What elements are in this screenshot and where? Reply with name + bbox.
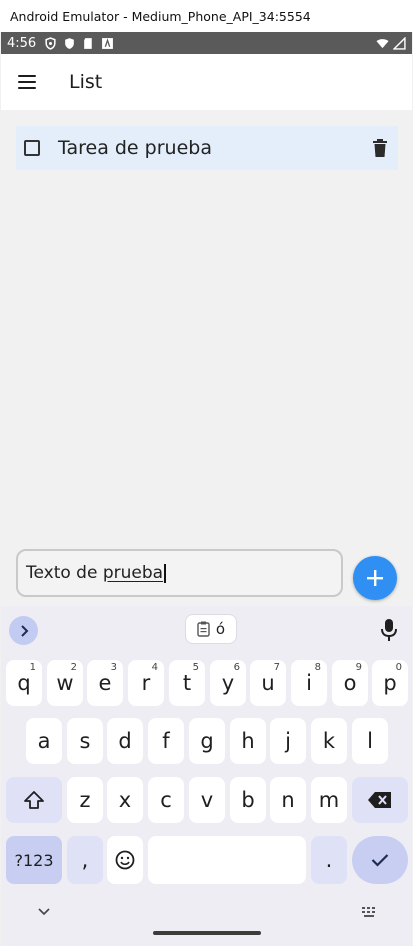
key-label: q [17, 671, 31, 695]
keyboard-expand-button[interactable] [9, 616, 38, 645]
microphone-icon[interactable] [379, 617, 399, 643]
chevron-down-icon[interactable] [38, 908, 50, 916]
clipboard-suggestion-chip[interactable]: ó [185, 614, 237, 644]
key-s[interactable]: s [67, 718, 103, 764]
soft-keyboard: ó q1 w2 e3 r4 t5 y6 u7 i8 o9 p0 a s d f … [1, 606, 412, 946]
plus-icon [367, 570, 383, 586]
keyboard-a-icon [102, 37, 114, 49]
done-key[interactable] [352, 836, 408, 884]
hamburger-menu-icon [18, 75, 36, 89]
backspace-key[interactable] [352, 777, 408, 823]
key-t[interactable]: t5 [169, 660, 205, 706]
key-n[interactable]: n [270, 777, 306, 823]
key-g[interactable]: g [189, 718, 225, 764]
key-r[interactable]: r4 [128, 660, 164, 706]
key-label: r [141, 671, 151, 695]
window-title-bar: Android Emulator - Medium_Phone_API_34:5… [0, 0, 413, 32]
key-a[interactable]: a [26, 718, 62, 764]
keyboard-switch-icon[interactable] [361, 906, 377, 918]
period-key[interactable]: . [311, 836, 347, 884]
navigation-bar [1, 898, 412, 946]
key-y[interactable]: y6 [210, 660, 246, 706]
menu-button[interactable] [1, 54, 53, 110]
key-hint: 3 [110, 662, 117, 673]
task-input-field[interactable]: Texto de prueba [16, 549, 343, 597]
vpn-shield-icon [45, 36, 56, 50]
chevron-right-icon [20, 624, 28, 637]
key-label: u [261, 671, 275, 695]
key-z[interactable]: z [67, 777, 103, 823]
backspace-icon [368, 792, 391, 808]
key-c[interactable]: c [148, 777, 184, 823]
key-hint: 0 [395, 662, 402, 673]
key-hint: 9 [355, 662, 362, 673]
key-h[interactable]: h [230, 718, 266, 764]
key-label: i [306, 671, 312, 695]
key-j[interactable]: j [270, 718, 306, 764]
home-gesture-bar[interactable] [153, 931, 261, 935]
space-key[interactable] [148, 836, 306, 884]
key-m[interactable]: m [311, 777, 347, 823]
task-list: Tarea de prueba [1, 110, 412, 606]
delete-task-button[interactable] [372, 139, 388, 157]
key-i[interactable]: i8 [291, 660, 327, 706]
comma-key[interactable]: , [67, 836, 103, 884]
key-f[interactable]: f [148, 718, 184, 764]
key-label: t [182, 671, 192, 695]
key-hint: 6 [233, 662, 240, 673]
key-hint: 7 [273, 662, 280, 673]
task-label: Tarea de prueba [58, 137, 212, 159]
key-label: o [343, 671, 357, 695]
key-hint: 5 [192, 662, 199, 673]
text-caret [164, 563, 167, 583]
checkmark-icon [371, 854, 389, 867]
key-u[interactable]: u7 [250, 660, 286, 706]
key-label: w [56, 671, 74, 695]
key-p[interactable]: p0 [372, 660, 408, 706]
list-item: Tarea de prueba [16, 126, 398, 170]
clipboard-icon [197, 621, 210, 637]
page-title: List [69, 71, 103, 93]
input-text-composing: prueba [102, 563, 164, 583]
key-hint: 4 [151, 662, 158, 673]
key-k[interactable]: k [311, 718, 347, 764]
key-label: p [383, 671, 397, 695]
key-q[interactable]: q1 [6, 660, 42, 706]
key-w[interactable]: w2 [47, 660, 83, 706]
key-b[interactable]: b [230, 777, 266, 823]
signal-icon [393, 36, 406, 50]
wifi-icon [376, 38, 389, 48]
app-bar: List [1, 54, 412, 110]
keyboard-toolbar: ó [1, 606, 412, 654]
key-label: y [221, 671, 235, 695]
suggestion-text: ó [215, 620, 226, 638]
task-checkbox[interactable] [24, 140, 40, 156]
key-label: e [98, 671, 112, 695]
key-hint: 1 [29, 662, 36, 673]
key-d[interactable]: d [107, 718, 143, 764]
key-e[interactable]: e3 [87, 660, 123, 706]
sd-card-icon [84, 37, 92, 49]
window-title: Android Emulator - Medium_Phone_API_34:5… [10, 8, 311, 24]
add-task-button[interactable] [353, 556, 397, 600]
key-hint: 2 [70, 662, 77, 673]
emoji-icon [115, 850, 135, 870]
trash-icon [373, 139, 387, 157]
security-shield-icon [65, 37, 75, 49]
shift-key[interactable] [6, 777, 62, 823]
key-hint: 8 [314, 662, 321, 673]
key-o[interactable]: o9 [332, 660, 368, 706]
key-v[interactable]: v [189, 777, 225, 823]
emoji-key[interactable] [107, 836, 143, 884]
key-x[interactable]: x [107, 777, 143, 823]
input-text-prefix: Texto de [26, 563, 103, 583]
shift-icon [24, 791, 44, 809]
symbols-key[interactable]: ?123 [6, 836, 62, 884]
key-l[interactable]: l [352, 718, 388, 764]
status-bar: 4:56 [1, 32, 412, 54]
status-time: 4:56 [7, 35, 37, 51]
